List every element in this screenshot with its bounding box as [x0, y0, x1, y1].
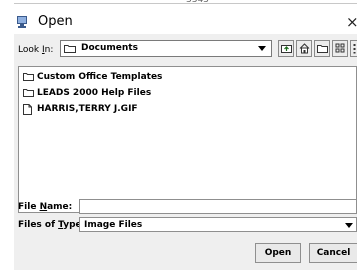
details-view-icon — [353, 44, 356, 54]
details-view-button[interactable] — [350, 40, 357, 57]
up-one-level-icon — [281, 45, 292, 53]
list-item-label: Custom Office Templates — [37, 72, 163, 82]
folder-icon — [23, 89, 34, 97]
dialog-title: Open — [38, 14, 73, 29]
list-view-icon — [335, 43, 345, 53]
files-of-type-value: Image Files — [84, 220, 143, 230]
file-name-input[interactable] — [79, 199, 357, 214]
look-in-combo[interactable]: Documents — [60, 40, 272, 57]
folder-icon — [64, 45, 76, 53]
home-icon — [299, 43, 310, 54]
title-bar: Open × — [0, 6, 357, 33]
folder-icon — [23, 73, 34, 81]
look-in-label: Look In: — [18, 45, 54, 55]
cancel-button[interactable]: Cancel — [309, 243, 357, 263]
file-list[interactable]: Custom Office Templates LEADS 2000 Help … — [18, 66, 357, 213]
chevron-down-icon[interactable] — [258, 46, 266, 51]
new-folder-icon — [317, 45, 328, 53]
home-button[interactable] — [296, 40, 312, 57]
files-of-type-select[interactable]: Image Files — [79, 217, 357, 232]
list-view-button[interactable] — [332, 40, 348, 57]
java-app-icon — [17, 16, 27, 28]
close-icon[interactable]: × — [346, 13, 357, 31]
list-item-label: LEADS 2000 Help Files — [37, 88, 152, 98]
look-in-value: Documents — [81, 43, 138, 53]
list-item-label: HARRIS,TERRY J.GIF — [37, 104, 138, 114]
files-of-type-label: Files of Type: — [18, 220, 86, 230]
chevron-down-icon[interactable] — [345, 223, 353, 228]
background-window-text: 3343 — [186, 0, 209, 5]
up-one-level-button[interactable] — [278, 40, 294, 57]
new-folder-button[interactable] — [314, 40, 330, 57]
background-window-edge: 3343 — [0, 0, 357, 5]
open-dialog: Look In: Documents Custom Office Templat… — [14, 34, 357, 270]
open-button[interactable]: Open — [255, 243, 301, 263]
file-name-label: File Name: — [18, 202, 73, 212]
file-icon — [23, 104, 32, 115]
